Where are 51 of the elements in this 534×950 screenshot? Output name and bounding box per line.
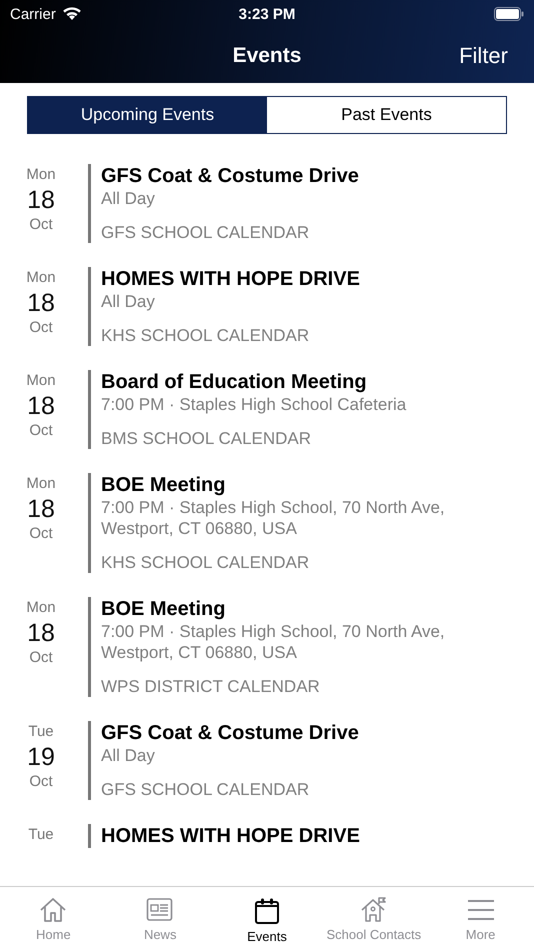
carrier-label: Carrier <box>10 6 56 22</box>
battery-icon <box>494 7 524 21</box>
event-time-location: 7:00 PM · Staples High School, 70 North Ave, Westport, CT 06880, USA <box>101 497 446 539</box>
event-title[interactable]: GFS Coat & Costume Drive <box>101 164 359 188</box>
event-title[interactable]: GFS Coat & Costume Drive <box>101 721 359 745</box>
event-day: 18 <box>27 390 55 422</box>
event-month: Oct <box>29 422 53 440</box>
event-month: Oct <box>29 216 53 234</box>
event-weekday: Mon <box>26 475 56 493</box>
event-day: 18 <box>27 287 55 319</box>
event-calendar-name: KHS SCHOOL CALENDAR <box>101 552 310 573</box>
event-month: Oct <box>29 649 53 667</box>
event-calendar-name: BMS SCHOOL CALENDAR <box>101 428 312 449</box>
event-weekday: Mon <box>26 599 56 617</box>
segment-tab[interactable]: Upcoming Events <box>28 97 267 133</box>
event-calendar-name: GFS SCHOOL CALENDAR <box>101 222 310 243</box>
house-icon <box>39 897 68 923</box>
wifi-icon <box>62 7 82 21</box>
event-day: 18 <box>27 184 55 216</box>
event-calendar-name: GFS SCHOOL CALENDAR <box>101 779 310 800</box>
event-time-location: All Day <box>101 291 155 312</box>
tab-bar-item[interactable]: Events <box>214 887 320 950</box>
event-month: Oct <box>29 319 53 337</box>
event-time-location: 7:00 PM · Staples High School, 70 North Ave, Westport, CT 06880, USA <box>101 621 446 663</box>
calendar-icon <box>252 897 281 925</box>
event-calendar-name: WPS DISTRICT CALENDAR <box>101 676 320 697</box>
newspaper-icon <box>146 897 174 923</box>
event-day: 19 <box>27 741 55 773</box>
school-house-flag-icon <box>360 897 388 923</box>
event-day: 18 <box>27 493 55 525</box>
event-weekday: Tue <box>28 723 54 741</box>
event-title[interactable]: BOE Meeting <box>101 473 226 497</box>
event-weekday: Mon <box>26 166 56 184</box>
event-month: Oct <box>29 525 53 543</box>
event-title[interactable]: HOMES WITH HOPE DRIVE <box>101 824 360 848</box>
event-month: Oct <box>29 773 53 791</box>
event-time-location: All Day <box>101 188 155 209</box>
event-weekday: Tue <box>28 826 54 844</box>
event-time-location: 7:00 PM · Staples High School Cafeteria <box>101 394 406 415</box>
event-calendar-name: KHS SCHOOL CALENDAR <box>101 325 310 346</box>
event-title[interactable]: Board of Education Meeting <box>101 370 367 394</box>
event-time-location: All Day <box>101 745 155 766</box>
menu-icon <box>466 897 495 923</box>
event-weekday: Mon <box>26 269 56 287</box>
event-title[interactable]: HOMES WITH HOPE DRIVE <box>101 267 360 291</box>
status-time: 3:23 PM <box>238 6 296 22</box>
filter-button[interactable]: Filter <box>459 42 508 68</box>
event-title[interactable]: BOE Meeting <box>101 597 226 621</box>
page-title: Events <box>232 44 302 68</box>
event-weekday: Mon <box>26 372 56 390</box>
event-day: 18 <box>27 617 55 649</box>
